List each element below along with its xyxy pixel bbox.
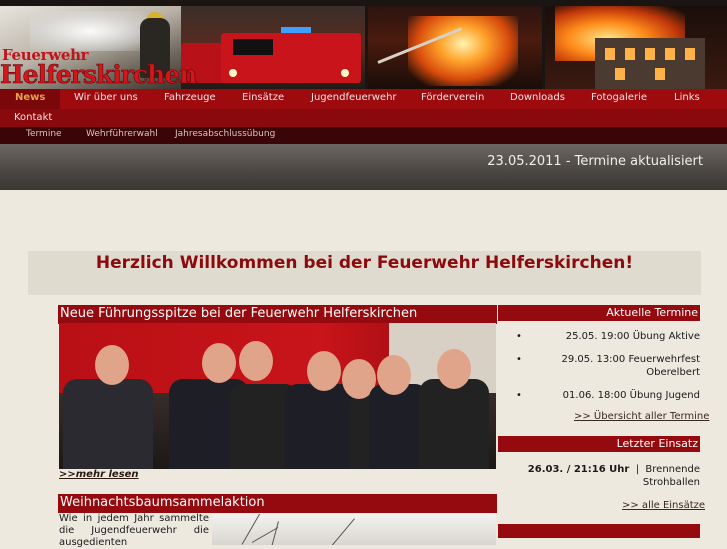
article-title[interactable]: Neue Führungsspitze bei der Feuerwehr He…: [60, 306, 417, 321]
banner-image-burning-house: [545, 6, 727, 89]
banner-image-fire-night: [368, 6, 542, 89]
termine-item: 25.05. 19:00 Übung Aktive: [520, 331, 700, 342]
article-title[interactable]: Weihnachtsbaumsammelaktion: [60, 495, 265, 510]
nav-item-wir-ueber-uns[interactable]: Wir über uns: [74, 92, 138, 103]
einsatz-line2: Strohballen: [642, 477, 700, 488]
termine-title: Aktuelle Termine: [606, 306, 698, 319]
article-title-bar: Neue Führungsspitze bei der Feuerwehr He…: [58, 305, 497, 324]
nav-item-foerderverein[interactable]: Förderverein: [421, 92, 484, 103]
einsatz-date: 26.03. / 21:16 Uhr: [527, 464, 630, 475]
termine-item-line2: Oberelbert: [646, 367, 700, 378]
main-nav-row2: Kontakt: [0, 109, 727, 127]
nav-item-einsaetze[interactable]: Einsätze: [242, 92, 284, 103]
subnav-item-wehrfuehrerwahl[interactable]: Wehrführerwahl: [86, 129, 158, 139]
sidebar-next-bar: [498, 524, 700, 538]
nav-item-jugendfeuerwehr[interactable]: Jugendfeuerwehr: [311, 92, 397, 103]
nav-item-downloads[interactable]: Downloads: [510, 92, 565, 103]
einsatz-item: 26.03. / 21:16 Uhr | Brennende Strohball…: [520, 464, 700, 488]
welcome-title: Herzlich Willkommen bei der Feuerwehr He…: [95, 253, 634, 273]
einsatz-title-bar: Letzter Einsatz: [498, 436, 700, 452]
header-banner: Feuerwehr Helferskirchen: [0, 0, 727, 89]
welcome-box: Herzlich Willkommen bei der Feuerwehr He…: [28, 251, 701, 295]
subnav-item-termine[interactable]: Termine: [26, 129, 62, 139]
read-more-link[interactable]: >>mehr lesen: [59, 469, 139, 480]
article-title-bar: Weihnachtsbaumsammelaktion: [58, 494, 497, 513]
nav-item-news[interactable]: News: [15, 92, 45, 103]
article-photo[interactable]: [212, 514, 496, 545]
termine-item: 29.05. 13:00 Feuerwehrfest Oberelbert: [520, 354, 700, 378]
main-nav: News Wir über uns Fahrzeuge Einsätze Jug…: [0, 89, 727, 109]
termine-item-line: 25.05. 19:00 Übung Aktive: [565, 331, 700, 342]
einsatz-all-link[interactable]: >> alle Einsätze: [622, 500, 705, 511]
termine-overview-link[interactable]: >> Übersicht aller Termine: [574, 411, 709, 422]
banner-image-trucks: [181, 6, 365, 89]
article-excerpt: Wie in jedem Jahr sammelte die Jugendfeu…: [59, 513, 209, 548]
termine-item: 01.06. 18:00 Übung Jugend: [520, 390, 700, 401]
subnav-item-jahresabschlussuebung[interactable]: Jahresabschlussübung: [175, 129, 275, 139]
sub-nav: Termine Wehrführerwahl Jahresabschlussüb…: [0, 127, 727, 144]
termine-title-bar: Aktuelle Termine: [498, 305, 700, 321]
nav-item-fotogalerie[interactable]: Fotogalerie: [591, 92, 647, 103]
ticker-text: 23.05.2011 - Termine aktualisiert: [487, 154, 703, 169]
nav-item-kontakt[interactable]: Kontakt: [14, 112, 52, 123]
einsatz-title: Letzter Einsatz: [616, 437, 698, 450]
news-ticker: 23.05.2011 - Termine aktualisiert: [0, 144, 727, 190]
termine-item-line: 01.06. 18:00 Übung Jugend: [562, 390, 700, 401]
nav-item-fahrzeuge[interactable]: Fahrzeuge: [164, 92, 216, 103]
termine-item-line: 29.05. 13:00 Feuerwehrfest: [561, 354, 700, 365]
article-photo[interactable]: [59, 323, 496, 469]
logo-text-helferskirchen[interactable]: Helferskirchen: [0, 60, 198, 89]
einsatz-separator: |: [635, 464, 640, 475]
einsatz-line1: Brennende: [645, 464, 700, 475]
nav-item-links[interactable]: Links: [674, 92, 700, 103]
